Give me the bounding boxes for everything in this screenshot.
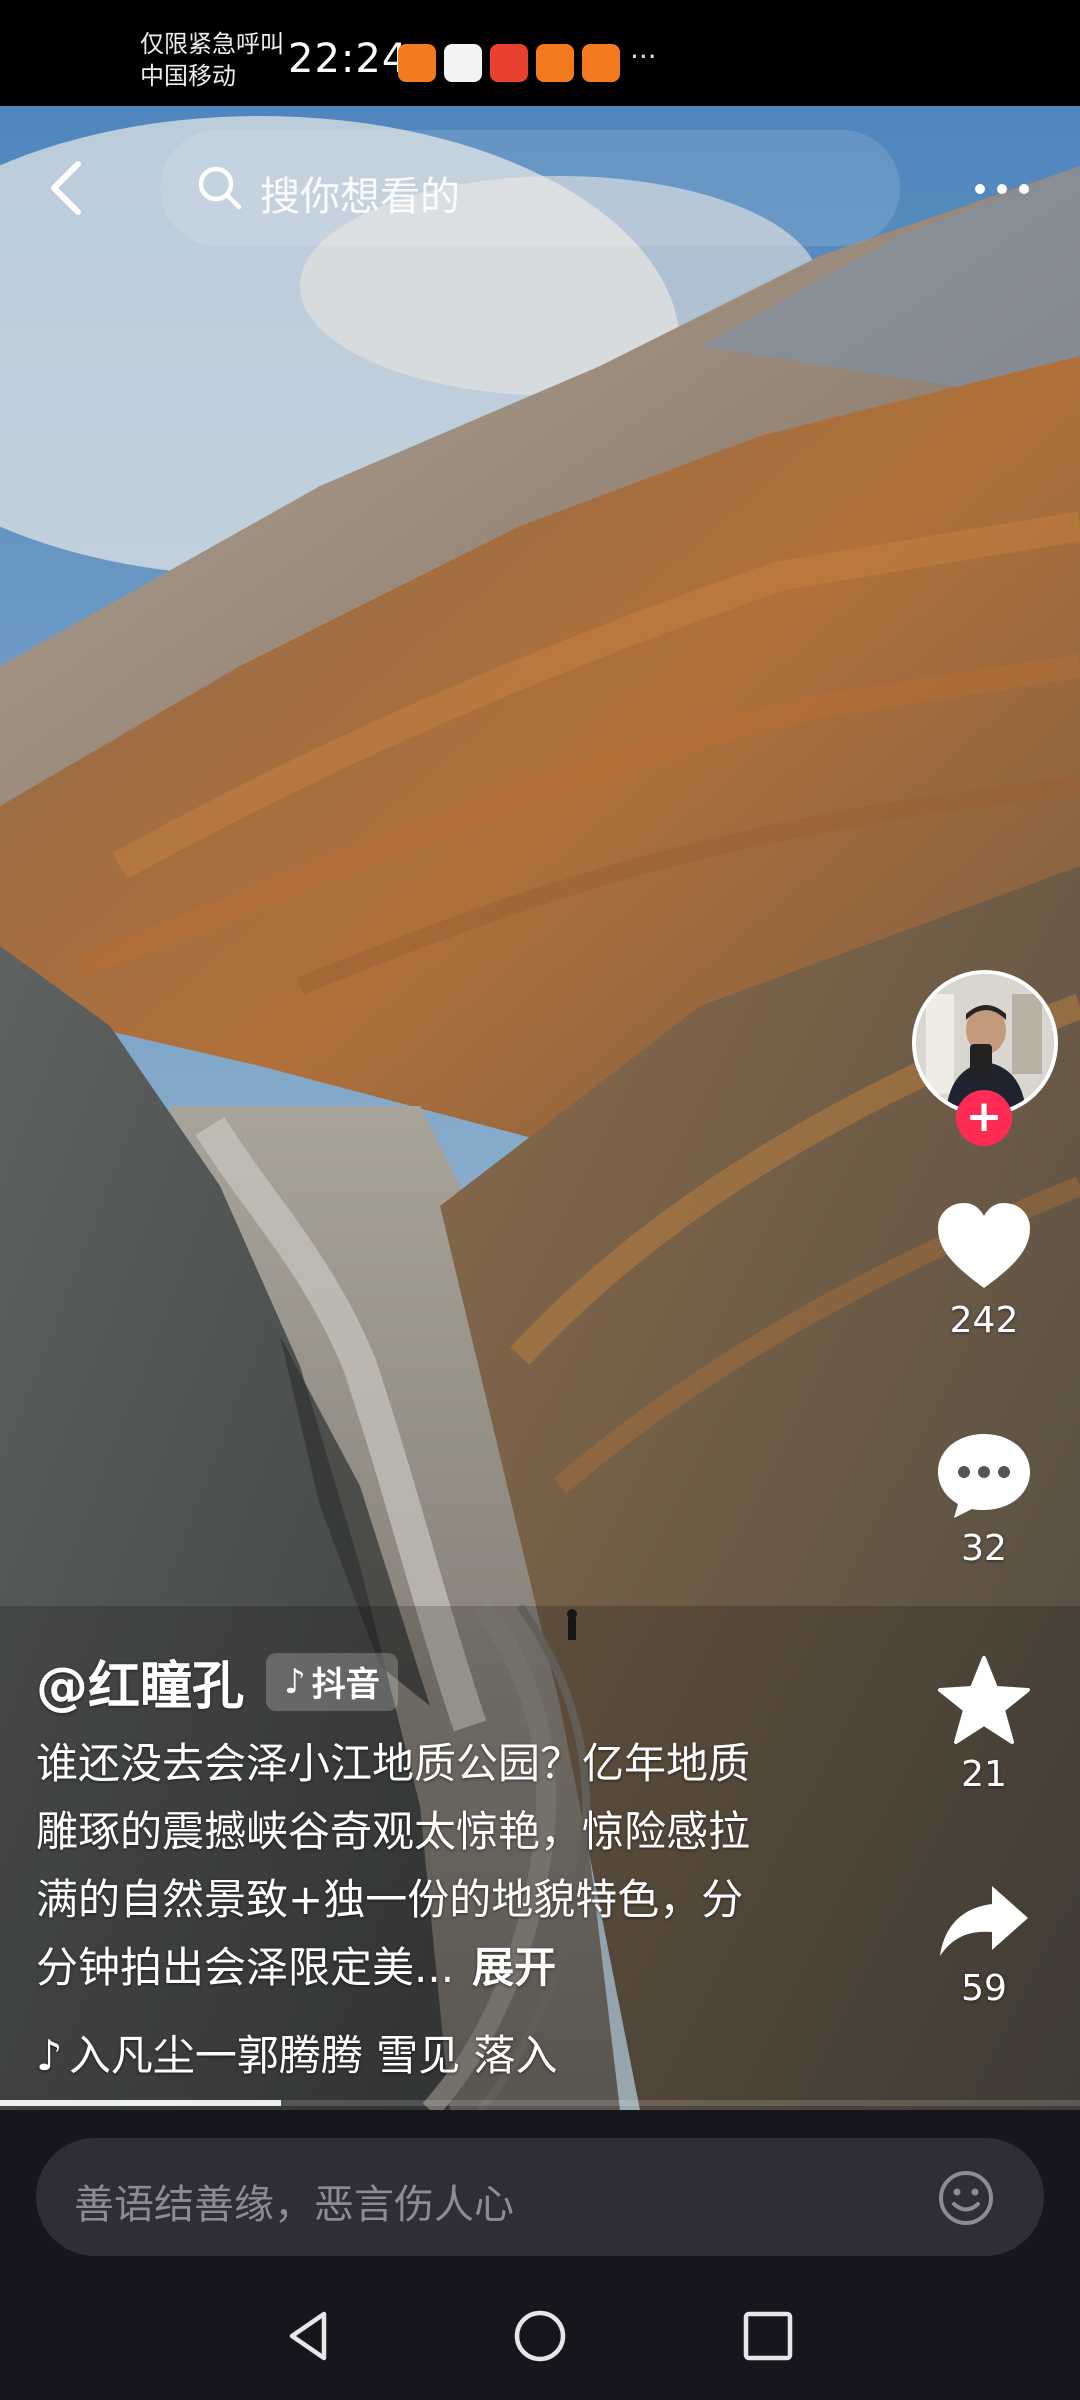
author-avatar-group: + <box>912 970 1058 1146</box>
comment-placeholder: 善语结善缘，恶言伤人心 <box>74 2182 514 2228</box>
description-text: 谁还没去会泽小江地质公园？亿年地质雕琢的震撼峡谷奇观太惊艳，惊险感拉满的自然景致… <box>36 1739 751 1992</box>
author-row: @红瞳孔 ♪ 抖音 <box>36 1644 398 1719</box>
comment-button[interactable]: 32 <box>920 1430 1048 1569</box>
carrier-name: 中国移动 <box>140 62 236 90</box>
status-bar: 仅限紧急呼叫 中国移动 22:24 ··· <box>0 0 1080 106</box>
search-input[interactable]: 搜你想看的 <box>160 130 900 246</box>
search-icon <box>198 166 242 210</box>
comment-bubble-icon <box>938 1434 1030 1518</box>
music-info[interactable]: ♪ 入凡尘一郭腾腾 雪见 落入 <box>36 2022 636 2082</box>
favorite-count: 21 <box>961 1754 1007 1795</box>
follow-button[interactable]: + <box>956 1090 1012 1146</box>
heart-icon <box>938 1203 1030 1288</box>
video-screen: 仅限紧急呼叫 中国移动 22:24 ··· 搜你想看的 + 242 32 21 … <box>0 0 1080 2400</box>
more-dots-icon <box>975 184 1029 194</box>
expand-button[interactable]: 展开 <box>472 1943 556 1992</box>
emoji-icon[interactable] <box>936 2168 996 2228</box>
like-button[interactable]: 242 <box>920 1200 1048 1341</box>
status-time: 22:24 <box>288 36 409 82</box>
emergency-call-label: 仅限紧急呼叫 <box>140 30 284 58</box>
star-icon <box>938 1656 1030 1744</box>
source-badge-label: 抖音 <box>311 1665 380 1705</box>
music-title: 入凡尘一郭腾腾 雪见 落入 <box>68 2031 558 2080</box>
comment-count: 32 <box>961 1528 1007 1569</box>
system-navigation-bar <box>0 2270 1080 2400</box>
like-count: 242 <box>949 1300 1019 1341</box>
author-handle[interactable]: @红瞳孔 <box>36 1644 244 1719</box>
douyin-logo-icon: ♪ <box>284 1661 306 1702</box>
share-arrow-icon <box>940 1886 1028 1956</box>
nav-home-icon[interactable] <box>510 2306 570 2366</box>
back-button[interactable] <box>40 150 96 226</box>
app-notification-icon <box>536 44 574 82</box>
music-note-icon: ♪ <box>36 2031 63 2080</box>
search-placeholder: 搜你想看的 <box>260 174 460 220</box>
source-badge[interactable]: ♪ 抖音 <box>266 1652 398 1711</box>
app-notification-icon <box>490 44 528 82</box>
notification-icons <box>398 44 620 82</box>
comment-input[interactable]: 善语结善缘，恶言伤人心 <box>36 2138 1044 2256</box>
nav-recents-icon[interactable] <box>738 2306 798 2366</box>
chevron-left-icon <box>51 161 81 215</box>
share-count: 59 <box>961 1968 1007 2009</box>
app-notification-icon <box>444 44 482 82</box>
nav-back-icon[interactable] <box>280 2306 340 2366</box>
favorite-button[interactable]: 21 <box>920 1654 1048 1795</box>
video-progress-bar[interactable] <box>0 2100 1080 2106</box>
more-notifications-indicator: ··· <box>630 40 657 73</box>
carrier-info: 仅限紧急呼叫 中国移动 <box>140 28 284 92</box>
video-description[interactable]: 谁还没去会泽小江地质公园？亿年地质雕琢的震撼峡谷奇观太惊艳，惊险感拉满的自然景致… <box>36 1730 776 2002</box>
more-options-button[interactable] <box>970 174 1034 204</box>
app-notification-icon <box>582 44 620 82</box>
app-notification-icon <box>398 44 436 82</box>
video-progress-fill <box>0 2100 281 2106</box>
share-button[interactable]: 59 <box>920 1880 1048 2009</box>
